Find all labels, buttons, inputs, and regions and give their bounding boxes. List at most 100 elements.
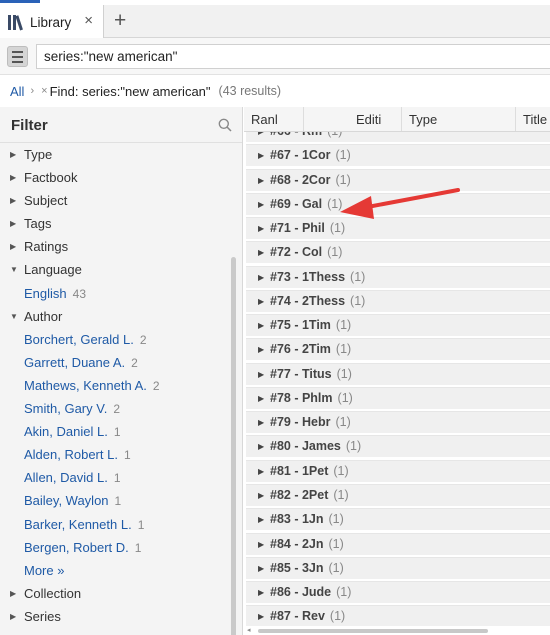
caret-right-icon[interactable]: ▶ [258,194,264,215]
caret-right-icon[interactable]: ▶ [258,534,264,555]
filter-section-author[interactable]: ▼ Author [0,305,236,328]
group-row[interactable]: ▶ #73 - 1Thess (1) [246,265,550,288]
group-row[interactable]: ▶ #68 - 2Cor (1) [246,168,550,191]
caret-right-icon[interactable]: ▶ [10,235,16,258]
tab-library[interactable]: Library × [0,5,104,39]
filter-value-item[interactable]: More » [0,559,236,582]
filter-section-tags[interactable]: ▶ Tags [0,212,236,235]
filter-value-link[interactable]: Alden, Robert L. 1 [24,443,131,467]
group-row[interactable]: ▶ #76 - 2Tim (1) [246,338,550,361]
group-row[interactable]: ▶ #83 - 1Jn (1) [246,508,550,531]
filter-value-link[interactable]: Bailey, Waylon 1 [24,489,121,513]
magnifier-icon[interactable] [218,118,232,132]
close-icon[interactable]: × [84,13,93,29]
caret-right-icon[interactable]: ▶ [10,166,16,189]
sidebar-scrollbar[interactable] [231,257,236,635]
scrollbar-thumb[interactable] [258,629,488,633]
filter-value-item[interactable]: Barker, Kenneth L. 1 [0,513,236,536]
new-tab-plus-icon[interactable]: + [114,9,126,33]
filter-value-link[interactable]: English 43 [24,282,86,306]
group-row[interactable]: ▶ #77 - Titus (1) [246,362,550,385]
caret-right-icon[interactable]: ▶ [258,582,264,603]
caret-right-icon[interactable]: ▶ [258,145,264,166]
column-header-rank[interactable]: Ranl [244,107,304,131]
filter-value-link[interactable]: More » [24,559,64,582]
column-header-title[interactable]: Title [516,107,550,131]
caret-down-icon[interactable]: ▼ [10,258,18,281]
filter-value-link[interactable]: Garrett, Duane A. 2 [24,351,138,375]
filter-value-item[interactable]: Smith, Gary V. 2 [0,397,236,420]
filter-section-factbook[interactable]: ▶ Factbook [0,166,236,189]
scroll-left-icon[interactable]: ◂ [247,626,251,635]
breadcrumb-find[interactable]: Find: series:"new american" [50,84,211,99]
caret-right-icon[interactable]: ▶ [258,412,264,433]
filter-section-type[interactable]: ▶ Type [0,143,236,166]
filter-section-ratings[interactable]: ▶ Ratings [0,235,236,258]
caret-down-icon[interactable]: ▼ [10,305,18,328]
filter-value-link[interactable]: Akin, Daniel L. 1 [24,420,121,444]
group-row[interactable]: ▶ #80 - James (1) [246,435,550,458]
caret-right-icon[interactable]: ▶ [10,582,16,605]
caret-right-icon[interactable]: ▶ [258,606,264,627]
group-row[interactable]: ▶ #67 - 1Cor (1) [246,144,550,167]
group-row[interactable]: ▶ #72 - Col (1) [246,241,550,264]
group-row[interactable]: ▶ #74 - 2Thess (1) [246,289,550,312]
caret-right-icon[interactable]: ▶ [258,267,264,288]
filter-section-language[interactable]: ▼ Language [0,258,236,281]
filter-value-item[interactable]: Alden, Robert L. 1 [0,443,236,466]
caret-right-icon[interactable]: ▶ [258,509,264,530]
caret-right-icon[interactable]: ▶ [10,605,16,628]
caret-right-icon[interactable]: ▶ [10,143,16,166]
filter-value-link[interactable]: Mathews, Kenneth A. 2 [24,374,160,398]
caret-right-icon[interactable]: ▶ [258,558,264,579]
column-header-edition[interactable]: Editi [349,107,402,131]
filter-value-item[interactable]: Allen, David L. 1 [0,466,236,489]
caret-right-icon[interactable]: ▶ [258,485,264,506]
remove-filter-icon[interactable]: × [41,85,47,97]
caret-right-icon[interactable]: ▶ [258,388,264,409]
filter-value-link[interactable]: Borchert, Gerald L. 2 [24,328,147,352]
group-row[interactable]: ▶ #71 - Phil (1) [246,217,550,240]
caret-right-icon[interactable]: ▶ [258,364,264,385]
filter-value-link[interactable]: Allen, David L. 1 [24,466,121,490]
filter-value-item[interactable]: Mathews, Kenneth A. 2 [0,374,236,397]
caret-right-icon[interactable]: ▶ [10,189,16,212]
group-row[interactable]: ▶ #84 - 2Jn (1) [246,532,550,555]
hamburger-icon[interactable] [7,46,28,67]
group-row[interactable]: ▶ #69 - Gal (1) [246,192,550,215]
group-row[interactable]: ▶ #86 - Jude (1) [246,581,550,604]
group-row[interactable]: ▶ #82 - 2Pet (1) [246,483,550,506]
filter-section-label: Subject [24,193,68,209]
search-input[interactable]: series:"new american" [36,44,550,69]
filter-value-item[interactable]: Bergen, Robert D. 1 [0,536,236,559]
group-row[interactable]: ▶ #85 - 3Jn (1) [246,556,550,579]
group-row[interactable]: ▶ #87 - Rev (1) [246,605,550,628]
caret-right-icon[interactable]: ▶ [258,170,264,191]
caret-right-icon[interactable]: ▶ [258,291,264,312]
caret-right-icon[interactable]: ▶ [258,339,264,360]
filter-value-item[interactable]: Bailey, Waylon 1 [0,489,236,512]
filter-value-item[interactable]: English 43 [0,282,236,305]
filter-section-collection[interactable]: ▶ Collection [0,582,236,605]
group-row[interactable]: ▶ #81 - 1Pet (1) [246,459,550,482]
caret-right-icon[interactable]: ▶ [258,315,264,336]
filter-value-item[interactable]: Borchert, Gerald L. 2 [0,328,236,351]
caret-right-icon[interactable]: ▶ [258,218,264,239]
caret-right-icon[interactable]: ▶ [258,242,264,263]
caret-right-icon[interactable]: ▶ [10,212,16,235]
horizontal-scrollbar[interactable]: ◂ [244,626,550,635]
group-row[interactable]: ▶ #78 - Phlm (1) [246,386,550,409]
filter-section-subject[interactable]: ▶ Subject [0,189,236,212]
filter-section-series[interactable]: ▶ Series [0,605,236,628]
caret-right-icon[interactable]: ▶ [258,436,264,457]
caret-right-icon[interactable]: ▶ [258,461,264,482]
column-header-type[interactable]: Type [402,107,516,131]
filter-value-item[interactable]: Garrett, Duane A. 2 [0,351,236,374]
group-row[interactable]: ▶ #79 - Hebr (1) [246,411,550,434]
filter-value-link[interactable]: Barker, Kenneth L. 1 [24,513,144,537]
group-row[interactable]: ▶ #75 - 1Tim (1) [246,314,550,337]
filter-value-link[interactable]: Bergen, Robert D. 1 [24,536,141,560]
breadcrumb-all-link[interactable]: All [10,84,24,99]
filter-value-link[interactable]: Smith, Gary V. 2 [24,397,120,421]
filter-value-item[interactable]: Akin, Daniel L. 1 [0,420,236,443]
